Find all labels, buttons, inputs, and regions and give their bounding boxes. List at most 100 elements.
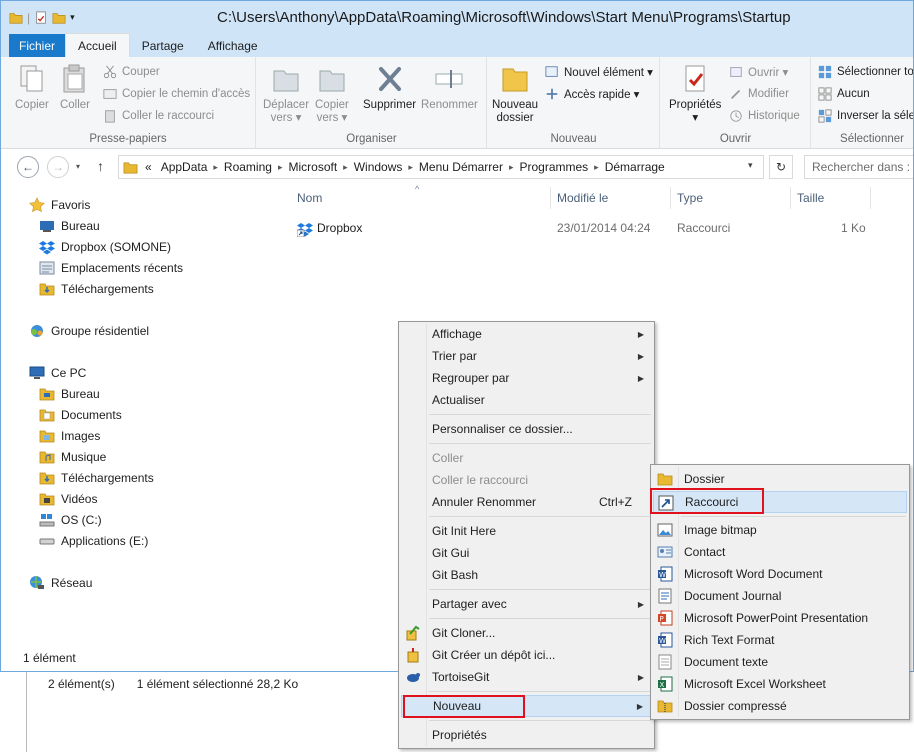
nouvel-element-button[interactable]: Nouvel élément ▾ [545, 65, 653, 79]
breadcrumb-programmes[interactable]: Programmes [513, 160, 594, 174]
menu-item-personnaliser[interactable]: Personnaliser ce dossier... [401, 418, 652, 440]
new-folder-icon[interactable] [52, 11, 66, 25]
tab-fichier[interactable]: Fichier [9, 34, 66, 57]
table-row[interactable]: Dropbox 23/01/2014 04:24 Raccourci 1 Ko [281, 219, 881, 239]
menu-item-git-creer-depot[interactable]: Git Créer un dépôt ici... [401, 644, 652, 666]
selectionner-tout-button[interactable]: Sélectionner tout [818, 65, 913, 79]
properties-icon[interactable] [34, 10, 48, 25]
breadcrumb-microsoft[interactable]: Microsoft [282, 160, 343, 174]
nav-bureau[interactable]: Bureau [39, 218, 100, 234]
modifier-button[interactable]: Modifier [729, 87, 789, 101]
menu-item-coller[interactable]: Coller [401, 447, 652, 469]
nav-dropbox[interactable]: Dropbox (SOMONE) [39, 239, 171, 255]
submenu-item-image-bitmap[interactable]: Image bitmap [653, 519, 907, 541]
copier-button[interactable]: Copier [15, 63, 49, 112]
nav-emplacements-recents[interactable]: Emplacements récents [39, 260, 183, 276]
qat-separator: | [27, 10, 31, 25]
menu-item-actualiser[interactable]: Actualiser [401, 389, 652, 411]
nouveau-dossier-button[interactable]: Nouveau dossier [492, 63, 538, 125]
column-separator[interactable] [670, 187, 671, 209]
ouvrir-button[interactable]: Ouvrir ▾ [729, 65, 788, 79]
breadcrumb-windows[interactable]: Windows [348, 160, 409, 174]
submenu-item-word[interactable]: W Microsoft Word Document [653, 563, 907, 585]
move-to-icon [273, 70, 299, 92]
column-header-taille[interactable]: Taille [797, 191, 824, 205]
submenu-item-rich-text[interactable]: W Rich Text Format [653, 629, 907, 651]
column-separator[interactable] [550, 187, 551, 209]
nav-pc-bureau[interactable]: Bureau [39, 386, 100, 402]
coller-button[interactable]: Coller [59, 63, 91, 112]
nav-musique[interactable]: Musique [39, 449, 106, 465]
column-separator[interactable] [870, 187, 871, 209]
coller-raccourci-button[interactable]: Coller le raccourci [103, 109, 214, 123]
nav-images[interactable]: Images [39, 428, 100, 444]
folder-icon[interactable] [9, 11, 23, 25]
menu-item-annuler-renommer[interactable]: Annuler Renommer Ctrl+Z [401, 491, 652, 513]
tab-partage[interactable]: Partage [130, 34, 196, 57]
column-header-nom[interactable]: Nom [297, 191, 322, 205]
nav-reseau[interactable]: Réseau [29, 575, 92, 591]
nav-groupe-residentiel[interactable]: Groupe résidentiel [29, 323, 149, 339]
nav-os-c[interactable]: OS (C:) [9, 510, 275, 532]
submenu-item-journal[interactable]: Document Journal [653, 585, 907, 607]
aucun-button[interactable]: Aucun [818, 87, 870, 101]
nav-telechargements[interactable]: Téléchargements [39, 281, 154, 297]
historique-button[interactable]: Historique [729, 109, 800, 123]
address-dropdown-icon[interactable]: ▾ [748, 160, 753, 171]
column-header-type[interactable]: Type [677, 191, 703, 205]
column-separator[interactable] [790, 187, 791, 209]
copier-chemin-button[interactable]: Copier le chemin d'accès [103, 87, 250, 101]
submenu-item-powerpoint[interactable]: P Microsoft PowerPoint Presentation [653, 607, 907, 629]
tab-accueil[interactable]: Accueil [65, 33, 130, 57]
menu-item-partager-avec[interactable]: Partager avec ▶ [401, 593, 652, 615]
breadcrumb-overflow[interactable]: « [142, 160, 155, 174]
tortoisegit-icon [407, 673, 420, 682]
nav-pc-telechargements[interactable]: Téléchargements [39, 470, 154, 486]
nav-applications-e[interactable]: Applications (E:) [39, 533, 148, 549]
inverser-selection-button[interactable]: Inverser la sélection [818, 109, 913, 123]
nav-favoris[interactable]: Favoris [29, 197, 90, 213]
menu-item-regrouper-par[interactable]: Regrouper par ▶ [401, 367, 652, 389]
file-type: Raccourci [677, 221, 731, 235]
menu-item-tortoisegit[interactable]: TortoiseGit ▶ [401, 666, 652, 688]
menu-item-git-cloner[interactable]: Git Cloner... [401, 622, 652, 644]
menu-item-proprietes[interactable]: Propriétés [401, 724, 652, 746]
forward-arrow-icon: → [52, 160, 64, 174]
renommer-button[interactable]: Renommer [421, 63, 478, 112]
supprimer-button[interactable]: Supprimer [363, 63, 416, 112]
breadcrumb-menu-demarrer[interactable]: Menu Démarrer [413, 160, 509, 174]
tab-affichage[interactable]: Affichage [196, 34, 270, 57]
refresh-button[interactable]: ↻ [769, 155, 793, 179]
deplacer-vers-button[interactable]: Déplacer vers ▾ [263, 63, 309, 125]
menu-item-coller-raccourci[interactable]: Coller le raccourci [401, 469, 652, 491]
breadcrumb-demarrage[interactable]: Démarrage [599, 160, 671, 174]
nav-documents[interactable]: Documents [39, 407, 122, 423]
menu-item-git-bash[interactable]: Git Bash [401, 564, 652, 586]
column-header-modifie[interactable]: Modifié le [557, 191, 608, 205]
copier-vers-button[interactable]: Copier vers ▾ [315, 63, 349, 125]
qat-dropdown-icon[interactable]: ▾ [70, 12, 75, 23]
recent-dropdown-icon[interactable]: ▾ [76, 162, 80, 171]
breadcrumb-appdata[interactable]: AppData [155, 160, 214, 174]
forward-button[interactable]: → [47, 156, 69, 178]
menu-item-trier-par[interactable]: Trier par ▶ [401, 345, 652, 367]
proprietes-button[interactable]: Propriétés ▾ [669, 63, 721, 125]
submenu-item-dossier-compresse[interactable]: Dossier compressé [653, 695, 907, 717]
up-button[interactable]: ↑ [97, 158, 104, 174]
menu-item-git-init[interactable]: Git Init Here [401, 520, 652, 542]
nav-videos[interactable]: Vidéos [39, 491, 97, 507]
menu-divider [429, 691, 651, 692]
menu-item-git-gui[interactable]: Git Gui [401, 542, 652, 564]
submenu-item-excel[interactable]: X Microsoft Excel Worksheet [653, 673, 907, 695]
back-button[interactable]: ← [17, 156, 39, 178]
submenu-item-document-texte[interactable]: Document texte [653, 651, 907, 673]
submenu-item-dossier[interactable]: Dossier [653, 468, 907, 490]
acces-rapide-button[interactable]: Accès rapide ▾ [545, 87, 639, 101]
breadcrumb-roaming[interactable]: Roaming [218, 160, 278, 174]
menu-item-affichage[interactable]: Affichage ▶ [401, 323, 652, 345]
search-input[interactable]: Rechercher dans : D [804, 155, 913, 179]
couper-button[interactable]: Couper [103, 65, 160, 79]
address-bar[interactable]: « AppData ▸ Roaming ▸ Microsoft ▸ Windows ▸ … [118, 155, 764, 179]
submenu-item-contact[interactable]: Contact [653, 541, 907, 563]
nav-ce-pc[interactable]: Ce PC [29, 365, 86, 381]
